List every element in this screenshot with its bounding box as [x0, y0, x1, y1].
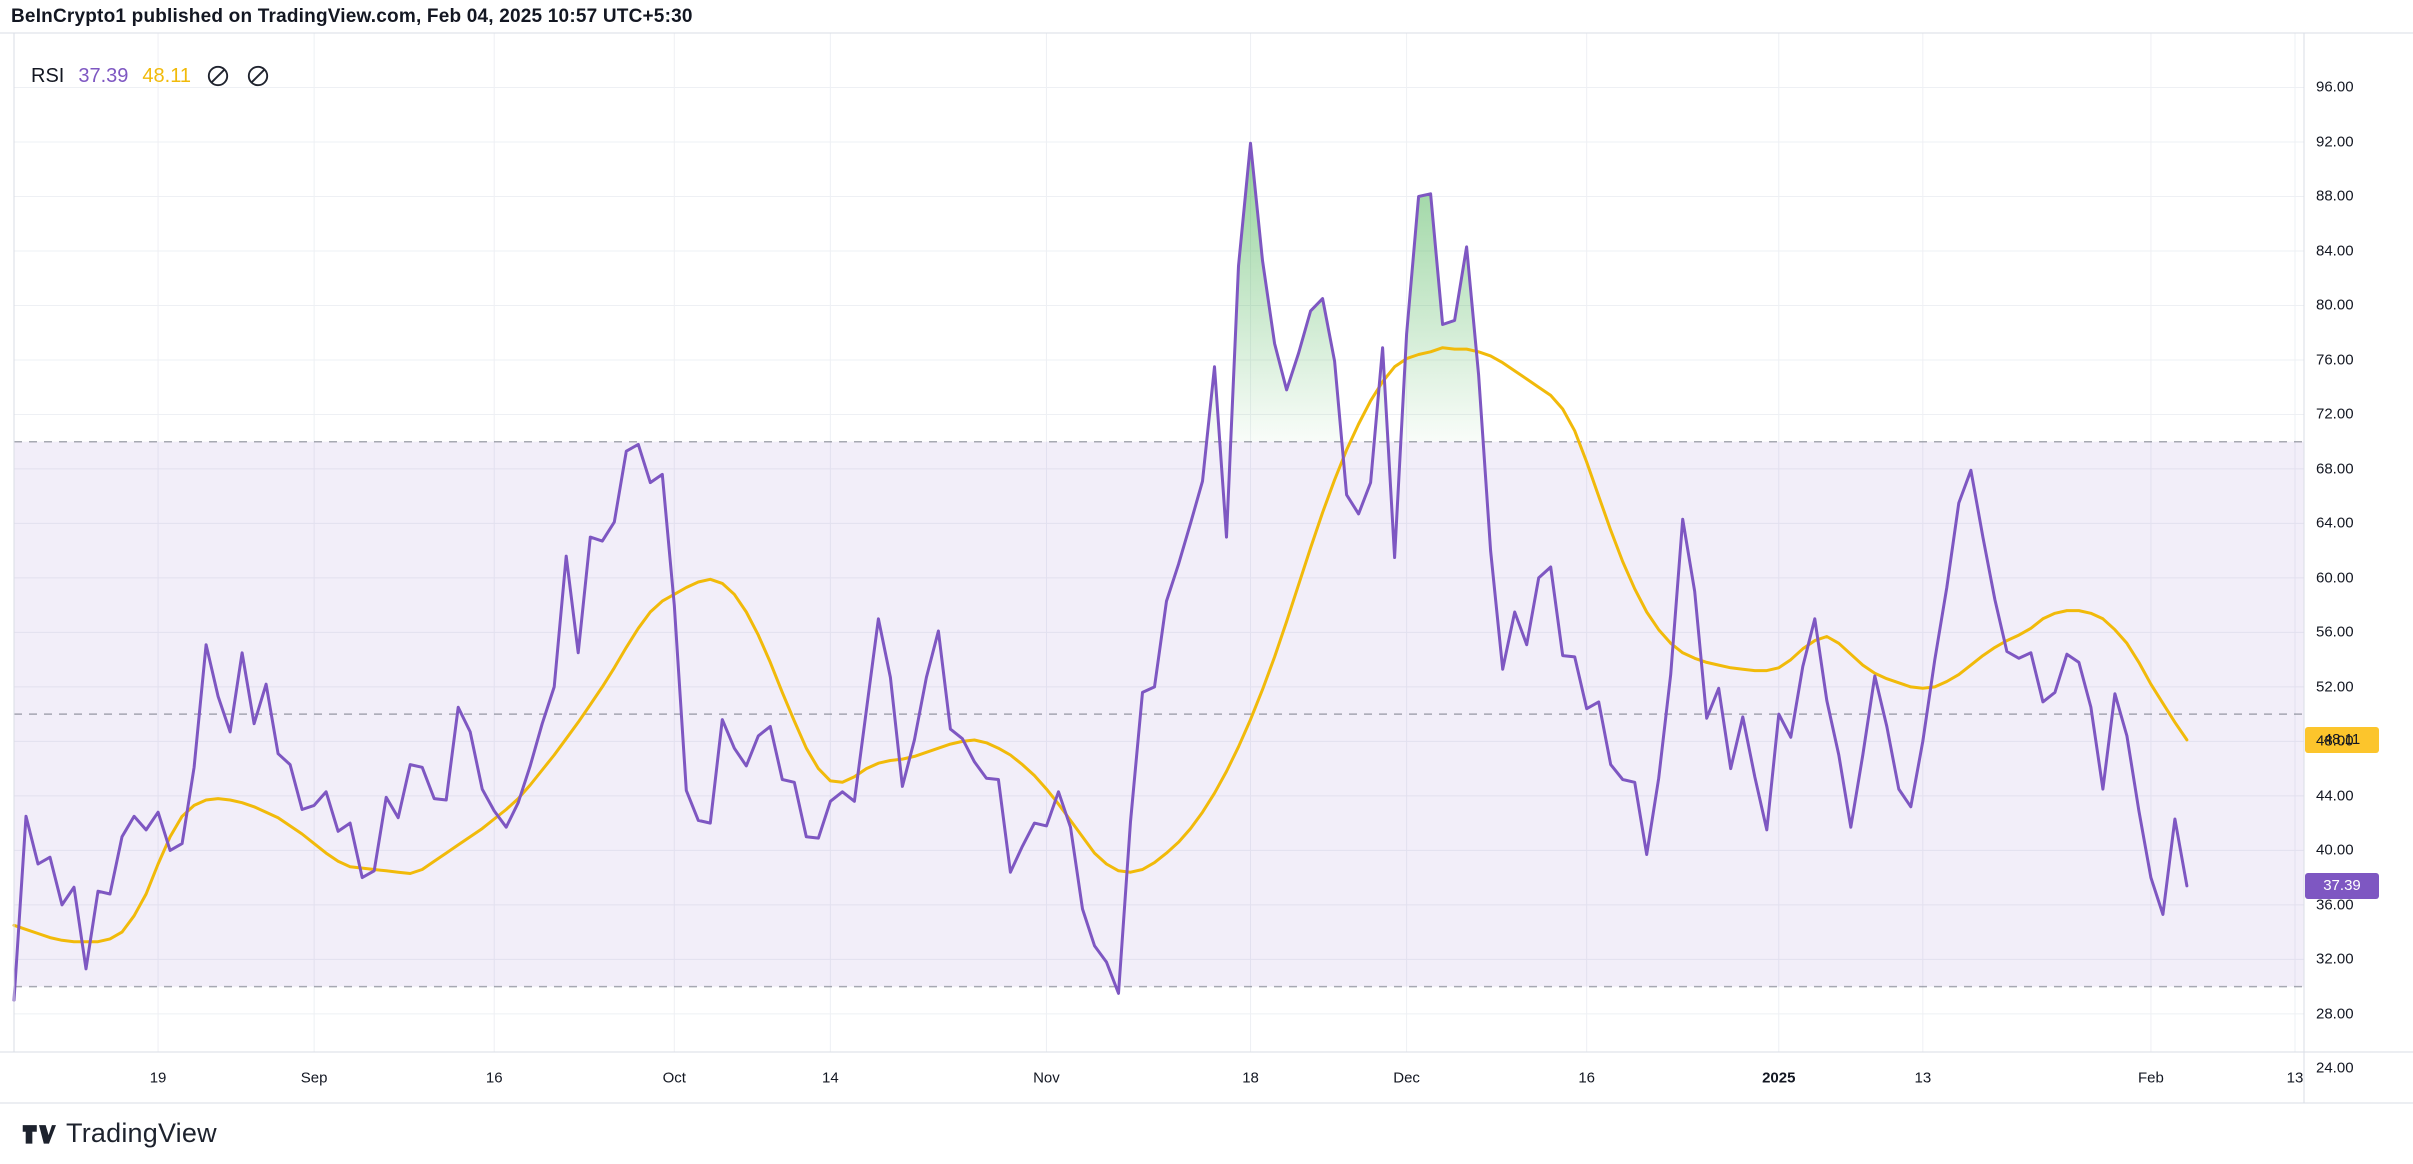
- y-tick-label: 28.00: [2316, 1005, 2354, 1022]
- y-tick-label: 56.00: [2316, 624, 2354, 641]
- tradingview-mark-icon: [22, 1119, 56, 1149]
- indicator-legend[interactable]: RSI 37.39 48.11: [31, 62, 271, 90]
- x-tick-label: 13: [1914, 1070, 1931, 1087]
- y-tick-label: 48.00: [2316, 733, 2354, 750]
- y-tick-label: 76.00: [2316, 351, 2354, 368]
- x-tick-label: 2025: [1762, 1070, 1795, 1087]
- hidden-source-icon[interactable]: [205, 63, 231, 89]
- x-tick-label: 14: [822, 1070, 839, 1087]
- hidden-source-icon[interactable]: [245, 63, 271, 89]
- y-tick-label: 68.00: [2316, 460, 2354, 477]
- y-tick-label: 64.00: [2316, 515, 2354, 532]
- tradingview-logo[interactable]: TradingView: [22, 1118, 217, 1149]
- y-tick-label: 72.00: [2316, 406, 2354, 423]
- rsi-chart-page: BeInCrypto1 published on TradingView.com…: [0, 0, 2413, 1164]
- y-tick-label: 88.00: [2316, 188, 2354, 205]
- y-tick-label: 36.00: [2316, 896, 2354, 913]
- x-tick-label: 13: [2287, 1070, 2304, 1087]
- ma-current-value: 48.11: [142, 65, 191, 88]
- y-tick-label: 52.00: [2316, 678, 2354, 695]
- y-tick-label: 40.00: [2316, 842, 2354, 859]
- y-tick-label: 92.00: [2316, 133, 2354, 150]
- published-header: BeInCrypto1 published on TradingView.com…: [11, 6, 693, 28]
- tradingview-logo-text: TradingView: [66, 1118, 217, 1149]
- rsi-price-badge: 37.39: [2305, 873, 2379, 899]
- y-tick-label: 96.00: [2316, 79, 2354, 96]
- x-tick-label: 19: [150, 1070, 167, 1087]
- x-tick-label: Feb: [2138, 1070, 2164, 1087]
- y-tick-label: 32.00: [2316, 951, 2354, 968]
- x-tick-label: Sep: [301, 1070, 328, 1087]
- y-tick-label: 80.00: [2316, 297, 2354, 314]
- y-tick-label: 44.00: [2316, 787, 2354, 804]
- y-tick-label: 60.00: [2316, 569, 2354, 586]
- x-tick-label: Nov: [1033, 1070, 1060, 1087]
- rsi-current-value: 37.39: [78, 65, 128, 88]
- x-tick-label: Dec: [1393, 1070, 1420, 1087]
- y-tick-label: 24.00: [2316, 1060, 2354, 1077]
- indicator-name: RSI: [31, 65, 64, 88]
- x-tick-label: 16: [1578, 1070, 1595, 1087]
- x-tick-label: Oct: [663, 1070, 686, 1087]
- y-tick-label: 84.00: [2316, 242, 2354, 259]
- x-tick-label: 18: [1242, 1070, 1259, 1087]
- rsi-chart-canvas[interactable]: [0, 0, 2413, 1164]
- x-tick-label: 16: [486, 1070, 503, 1087]
